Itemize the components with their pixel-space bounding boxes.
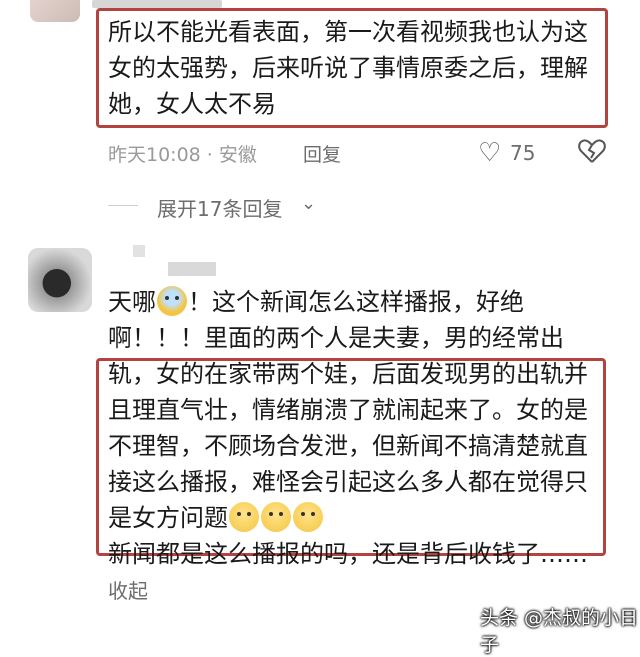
broken-heart-icon[interactable] (578, 138, 606, 171)
comment-text: 所以不能光看表面，第一次看视频我也认为这女的太强势，后来听说了事情原委之后，理解… (108, 18, 588, 118)
chevron-down-icon[interactable]: ⌄ (301, 193, 316, 214)
like-count: 75 (510, 141, 536, 165)
commenter-name-blurred[interactable] (92, 0, 222, 8)
thread-divider (108, 205, 138, 206)
expand-replies-button[interactable]: 展开17条回复 (157, 193, 282, 222)
comment-text-part: ！这个新闻怎么这样播报，好绝啊！！！里面的两个人是夫妻，男的经常出轨，女的在家带… (108, 288, 588, 532)
comment-text: 天哪 ！这个新闻怎么这样播报，好绝啊！！！里面的两个人是夫妻，男的经常出轨，女的在… (108, 284, 608, 609)
commenter-avatar[interactable] (28, 248, 92, 312)
reply-button[interactable]: 回复 (303, 140, 341, 167)
comment-text-part: 天哪 (108, 288, 156, 316)
comment-meta: 昨天10:08 · 安徽 (108, 144, 257, 166)
watermark: 头条 @杰叔的小日子 (480, 607, 639, 656)
scared-face-emoji (157, 286, 187, 316)
collapse-button[interactable]: 收起 (108, 579, 148, 603)
heart-outline-icon[interactable]: ♡ (478, 140, 501, 166)
crying-face-emoji (229, 502, 259, 532)
commenter-avatar[interactable] (30, 0, 80, 22)
crying-face-emoji (293, 502, 323, 532)
commenter-name-blurred[interactable] (168, 262, 216, 276)
comment-text-part: 新闻都是这么播报的吗，还是背后收钱了…… (108, 540, 588, 568)
crying-face-emoji (261, 502, 291, 532)
commenter-name-blurred[interactable] (133, 245, 145, 257)
